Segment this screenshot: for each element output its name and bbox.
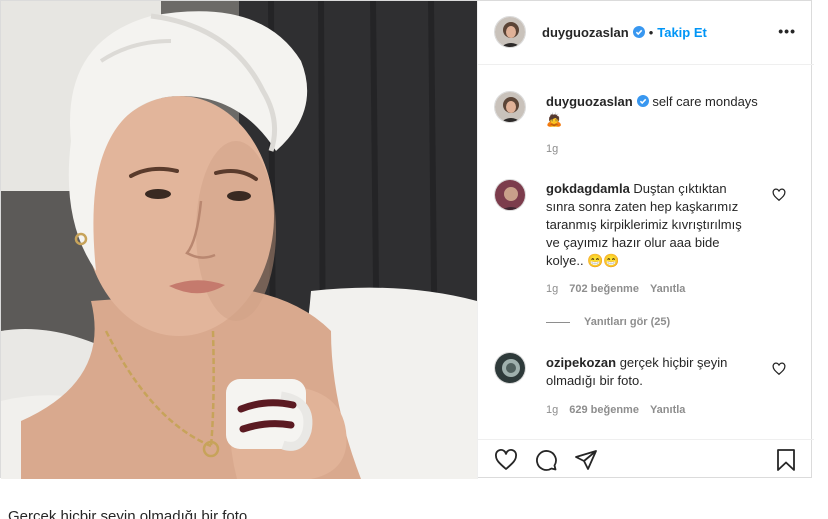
reply-button[interactable]: Yanıtla <box>650 404 685 416</box>
avatar[interactable] <box>494 16 526 48</box>
comment-time[interactable]: 1g <box>546 283 558 295</box>
comment-icon[interactable] <box>534 448 558 472</box>
view-replies-label: Yanıtları gör (25) <box>584 316 671 328</box>
avatar-image <box>495 180 525 210</box>
comment-avatar-ozipekozan[interactable] <box>494 352 526 384</box>
comment-likes[interactable]: 629 beğenme <box>569 404 639 416</box>
comment-gokdagdamla: gokdagdamla Duştan çıktıktan sınra sonra… <box>546 180 758 270</box>
comment-like-heart-icon[interactable] <box>772 362 786 376</box>
view-replies-button[interactable]: Yanıtları gör (25) <box>546 316 670 328</box>
caption-emoji: 🙇 <box>546 112 563 127</box>
comment-meta: 1g 702 beğenme Yanıtla <box>546 283 696 295</box>
post-caption: duyguozaslan self care mondays 🙇 <box>546 93 786 129</box>
heart-icon[interactable] <box>494 448 518 472</box>
post-header: duyguozaslan • Takip Et ••• <box>478 1 814 65</box>
avatar-image <box>495 353 525 383</box>
verified-badge-icon <box>636 95 649 107</box>
caption-meta: 1g <box>546 143 569 155</box>
avatar-image <box>495 92 525 122</box>
header-user-line: duyguozaslan • Takip Et <box>542 24 707 42</box>
comment-avatar-gokdagdamla[interactable] <box>494 179 526 211</box>
follow-button[interactable]: Takip Et <box>657 25 707 40</box>
replies-divider <box>546 321 570 323</box>
caption-time[interactable]: 1g <box>546 143 558 155</box>
woman-towel-photo <box>1 1 477 479</box>
post-action-bar <box>478 439 814 479</box>
verified-badge-icon <box>632 26 645 38</box>
comment-like-heart-icon[interactable] <box>772 188 786 202</box>
comment-username[interactable]: gokdagdamla <box>546 181 630 196</box>
post-sidebar: duyguozaslan • Takip Et ••• duyguozaslan s… <box>477 1 814 479</box>
caption-text: self care mondays <box>652 94 758 109</box>
instagram-post-embed: duyguozaslan • Takip Et ••• duyguozaslan s… <box>0 0 814 479</box>
comment-time[interactable]: 1g <box>546 404 558 416</box>
more-options-button[interactable]: ••• <box>778 23 796 39</box>
comment-likes[interactable]: 702 beğenme <box>569 283 639 295</box>
comment-ozipekozan: ozipekozan gerçek hiçbir şeyin olmadığı … <box>546 354 758 390</box>
caption-username[interactable]: duyguozaslan <box>546 94 633 109</box>
bookmark-icon[interactable] <box>774 448 798 472</box>
header-separator: • <box>648 25 654 40</box>
article-photo-caption: Gerçek hiçbir şeyin olmadığı bir foto. <box>8 508 252 519</box>
comment-meta: 1g 629 beğenme Yanıtla <box>546 404 696 416</box>
caption-avatar[interactable] <box>494 91 526 123</box>
reply-button[interactable]: Yanıtla <box>650 283 685 295</box>
comment-username[interactable]: ozipekozan <box>546 355 616 370</box>
share-icon[interactable] <box>574 448 598 472</box>
header-username[interactable]: duyguozaslan <box>542 25 629 40</box>
avatar-image <box>495 17 525 47</box>
comments-thread[interactable]: duyguozaslan self care mondays 🙇 1g gokd… <box>478 65 814 439</box>
post-photo[interactable] <box>1 1 477 479</box>
